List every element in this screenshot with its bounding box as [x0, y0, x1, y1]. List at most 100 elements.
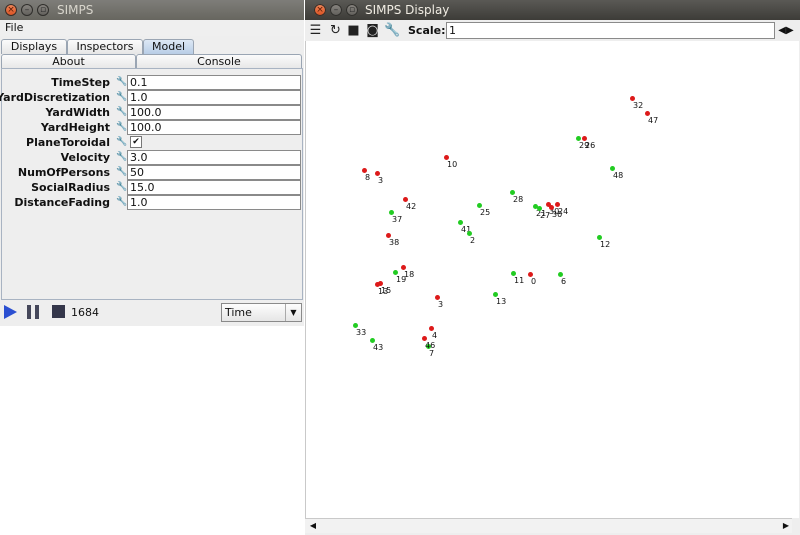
agent-label: 28	[513, 195, 524, 204]
agent-label: 19	[396, 275, 407, 284]
agent-label: 0	[531, 277, 537, 286]
refresh-icon[interactable]: ↻	[328, 23, 343, 38]
scroll-corner	[792, 518, 800, 535]
property-row: Velocity 🔧 3.0	[2, 150, 302, 165]
close-icon[interactable]: ×	[5, 4, 17, 16]
close-icon[interactable]: ×	[314, 4, 326, 16]
agent-label: 32	[633, 101, 644, 110]
wrench-icon[interactable]: 🔧	[116, 151, 127, 163]
property-label: TimeStep	[51, 76, 110, 89]
camera-icon[interactable]: ◙	[365, 23, 380, 38]
stop-icon[interactable]	[52, 305, 65, 318]
agent-label: 37	[392, 215, 403, 224]
agent-label: 47	[648, 116, 659, 125]
simps-display-window: × – ▫ SIMPS Display ☰ ↻ ■ ◙ 🔧 Scale: 1 ◀…	[305, 0, 800, 535]
agent-label: 25	[480, 208, 491, 217]
simps-console-window: × – ▫ SIMPS File Displays Inspectors Mod…	[0, 0, 304, 326]
menu-file[interactable]: File	[5, 21, 23, 34]
scroll-left-icon[interactable]: ◀	[307, 520, 319, 532]
movie-camera-icon[interactable]: ■	[346, 23, 361, 38]
wrench-icon[interactable]: 🔧	[116, 181, 127, 193]
time-mode-select[interactable]: Time ▼	[221, 303, 302, 322]
wrench-icon[interactable]: 🔧	[116, 196, 127, 208]
agent-label: 2	[470, 236, 476, 245]
tab-console[interactable]: Console	[136, 54, 302, 69]
tab-about[interactable]: About	[1, 54, 136, 69]
maximize-icon[interactable]: ▫	[346, 4, 358, 16]
agent-label: 46	[425, 341, 436, 350]
agent-label: 13	[378, 287, 389, 296]
wrench-icon[interactable]: 🔧	[116, 166, 127, 178]
yard-discretization-input[interactable]: 1.0	[127, 90, 301, 105]
tab-model[interactable]: Model	[143, 39, 194, 54]
timestep-input[interactable]: 0.1	[127, 75, 301, 90]
scale-input[interactable]: 1	[446, 22, 775, 39]
agent-label: 43	[373, 343, 384, 352]
wrench-icon[interactable]: 🔧	[116, 121, 127, 133]
property-label: YardDiscretization	[0, 91, 110, 104]
agent-label: 13	[496, 297, 507, 306]
scroll-right-icon[interactable]: ▶	[780, 520, 792, 532]
num-of-persons-input[interactable]: 50	[127, 165, 301, 180]
property-label: YardHeight	[40, 121, 110, 134]
property-row: PlaneToroidal 🔧 ✔	[2, 135, 302, 150]
wrench-icon[interactable]: 🔧	[116, 106, 127, 118]
property-label: Velocity	[60, 151, 110, 164]
top-tab-row: Displays Inspectors Model	[0, 39, 304, 54]
agent-label: 48	[613, 171, 624, 180]
agent-label: 6	[561, 277, 567, 286]
wrench-icon[interactable]: 🔧	[384, 23, 400, 38]
property-label: SocialRadius	[31, 181, 110, 194]
wrench-icon[interactable]: 🔧	[116, 91, 127, 103]
window-title: SIMPS Display	[365, 3, 450, 17]
yard-height-input[interactable]: 100.0	[127, 120, 301, 135]
time-mode-value: Time	[225, 306, 252, 319]
agent-label: 3	[378, 176, 384, 185]
agent-label: 42	[406, 202, 417, 211]
wrench-icon[interactable]: 🔧	[116, 76, 127, 88]
yard-width-input[interactable]: 100.0	[127, 105, 301, 120]
play-icon[interactable]	[4, 305, 17, 319]
chevron-down-icon[interactable]: ▼	[285, 304, 301, 321]
model-properties-panel: TimeStep 🔧 0.1 YardDiscretization 🔧 1.0 …	[0, 68, 303, 300]
scale-label: Scale:	[408, 24, 446, 37]
distance-fading-input[interactable]: 1.0	[127, 195, 301, 210]
agent-label: 33	[356, 328, 367, 337]
tab-inspectors[interactable]: Inspectors	[67, 39, 143, 54]
layers-icon[interactable]: ☰	[308, 23, 323, 38]
property-label: NumOfPersons	[17, 166, 110, 179]
minimize-icon[interactable]: –	[330, 4, 342, 16]
menubar: File	[0, 20, 304, 36]
pause-icon[interactable]	[27, 305, 40, 319]
property-row: YardWidth 🔧 100.0	[2, 105, 302, 120]
wrench-icon[interactable]: 🔧	[116, 136, 127, 148]
velocity-input[interactable]: 3.0	[127, 150, 301, 165]
agent-label: 10	[447, 160, 458, 169]
right-titlebar: × – ▫ SIMPS Display	[305, 0, 800, 20]
agent-label: 12	[600, 240, 611, 249]
scroll-arrows-icon[interactable]: ◀▶	[776, 23, 796, 38]
simulation-canvas[interactable]: 0 3 4 6 7 8 10 11 12 13 15 18 19 21 24 25 26 27 28 29 30 32 33…	[305, 41, 799, 518]
agent-label: 30	[552, 210, 563, 219]
bottom-tab-row: About Console	[0, 54, 304, 69]
left-titlebar: × – ▫ SIMPS	[0, 0, 304, 20]
property-label: DistanceFading	[14, 196, 110, 209]
property-row: YardHeight 🔧 100.0	[2, 120, 302, 135]
maximize-icon[interactable]: ▫	[37, 4, 49, 16]
agent-label: 7	[429, 349, 435, 358]
property-row: YardDiscretization 🔧 1.0	[0, 90, 302, 105]
property-label: YardWidth	[45, 106, 110, 119]
agent-label: 4	[432, 331, 438, 340]
minimize-icon[interactable]: –	[21, 4, 33, 16]
agent-label: 3	[438, 300, 444, 309]
property-row: DistanceFading 🔧 1.0	[2, 195, 302, 210]
agent-label: 11	[514, 276, 525, 285]
tab-displays[interactable]: Displays	[1, 39, 67, 54]
property-row: SocialRadius 🔧 15.0	[2, 180, 302, 195]
agent-label: 29	[579, 141, 590, 150]
simulation-controls: 1684 Time ▼	[0, 300, 304, 324]
social-radius-input[interactable]: 15.0	[127, 180, 301, 195]
horizontal-scrollbar[interactable]: ◀ ▶	[305, 518, 792, 533]
agent-label: 38	[389, 238, 400, 247]
plane-toroidal-checkbox[interactable]: ✔	[130, 136, 142, 148]
